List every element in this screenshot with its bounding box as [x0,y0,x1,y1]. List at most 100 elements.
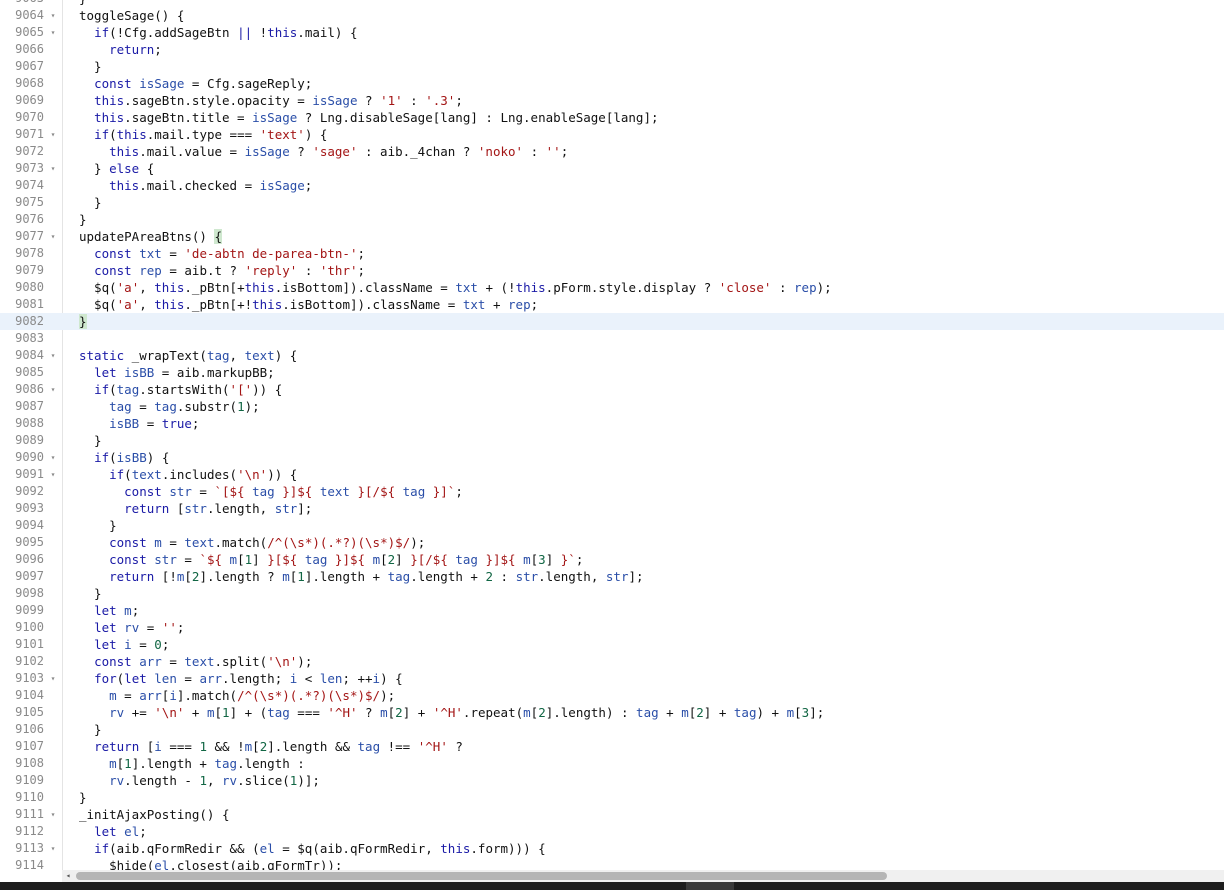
code-line[interactable]: 9074 this.mail.checked = isSage; [0,177,1224,194]
code-editor[interactable]: 9063}9064▾toggleSage() {9065▾ if(!Cfg.ad… [0,0,1224,870]
code-line[interactable]: 9105 rv += '\n' + m[1] + (tag === '^H' ?… [0,704,1224,721]
code-text[interactable]: if(!Cfg.addSageBtn || !this.mail) { [79,24,357,41]
code-text[interactable]: let m; [79,602,139,619]
fold-arrow-icon[interactable]: ▾ [48,347,58,364]
code-line[interactable]: 9089 } [0,432,1224,449]
code-text[interactable]: } [79,58,102,75]
code-line[interactable]: 9064 ▾ toggleSage() { [0,7,1224,24]
code-text[interactable]: return [!m[2].length ? m[1].length + tag… [79,568,643,585]
code-text[interactable]: static _wrapText(tag, text) { [79,347,297,364]
code-line[interactable]: 9075 } [0,194,1224,211]
code-line[interactable]: 9081 $q('a', this._pBtn[+!this.isBottom]… [0,296,1224,313]
code-text[interactable]: } [79,194,102,211]
code-line[interactable]: 9095 const m = text.match(/^(\s*)(.*?)(\… [0,534,1224,551]
fold-arrow-icon[interactable]: ▾ [48,670,58,687]
code-line[interactable]: 9093 return [str.length, str]; [0,500,1224,517]
code-text[interactable]: return; [79,41,162,58]
code-text[interactable]: m[1].length + tag.length : [79,755,305,772]
code-text[interactable]: $hide(el.closest(aib.qFormTr)); [79,857,342,870]
code-text[interactable]: $q('a', this._pBtn[+!this.isBottom]).cla… [79,296,538,313]
code-line[interactable]: 9072 this.mail.value = isSage ? 'sage' :… [0,143,1224,160]
code-text[interactable]: const rep = aib.t ? 'reply' : 'thr'; [79,262,365,279]
code-text[interactable]: const str = `${ m[1] }[${ tag }]${ m[2] … [79,551,583,568]
code-text[interactable]: } [79,721,102,738]
code-text[interactable]: this.mail.checked = isSage; [79,177,312,194]
fold-arrow-icon[interactable]: ▾ [48,466,58,483]
scroll-left-arrow-icon[interactable]: ◂ [62,870,74,882]
code-line[interactable]: 9092 const str = `[${ tag }]${ text }[/$… [0,483,1224,500]
code-line[interactable]: 9113 ▾ if(aib.qFormRedir && (el = $q(aib.… [0,840,1224,857]
code-text[interactable]: } [79,313,87,330]
code-text[interactable]: } [79,789,87,806]
code-line[interactable]: 9091 ▾ if(text.includes('\n')) { [0,466,1224,483]
code-text[interactable]: if(text.includes('\n')) { [79,466,297,483]
code-text[interactable]: const arr = text.split('\n'); [79,653,312,670]
code-line[interactable]: 9114 $hide(el.closest(aib.qFormTr)); [0,857,1224,870]
code-line[interactable]: 9111 ▾ _initAjaxPosting() { [0,806,1224,823]
fold-arrow-icon[interactable]: ▾ [48,24,58,41]
code-text[interactable]: } [79,517,117,534]
code-line[interactable]: 9100 let rv = ''; [0,619,1224,636]
scrollbar-thumb[interactable] [76,872,887,880]
code-line[interactable]: 9077 ▾ updatePAreaBtns() { [0,228,1224,245]
code-line[interactable]: 9073 ▾ } else { [0,160,1224,177]
code-line[interactable]: 9063} [0,0,1224,7]
code-text[interactable]: toggleSage() { [79,7,184,24]
code-line[interactable]: 9109 rv.length - 1, rv.slice(1)]; [0,772,1224,789]
code-text[interactable]: rv.length - 1, rv.slice(1)]; [79,772,320,789]
code-text[interactable]: let isBB = aib.markupBB; [79,364,275,381]
code-line[interactable]: 9106 } [0,721,1224,738]
code-line[interactable]: 9097 return [!m[2].length ? m[1].length … [0,568,1224,585]
code-lines[interactable]: 9063}9064▾toggleSage() {9065▾ if(!Cfg.ad… [0,0,1224,870]
code-line[interactable]: 9103 ▾ for(let len = arr.length; i < len;… [0,670,1224,687]
code-text[interactable]: isBB = true; [79,415,199,432]
code-line[interactable]: 9088 isBB = true; [0,415,1224,432]
code-line[interactable]: 9101 let i = 0; [0,636,1224,653]
code-line[interactable]: 9107 return [i === 1 && !m[2].length && … [0,738,1224,755]
code-text[interactable]: } [79,211,87,228]
code-line[interactable]: 9104 m = arr[i].match(/^(\s*)(.*?)(\s*)$… [0,687,1224,704]
code-line[interactable]: 9112 let el; [0,823,1224,840]
code-line[interactable]: 9071 ▾ if(this.mail.type === 'text') { [0,126,1224,143]
fold-arrow-icon[interactable]: ▾ [48,806,58,823]
fold-arrow-icon[interactable]: ▾ [48,449,58,466]
status-bar-tab[interactable] [686,882,734,890]
code-line[interactable]: 9082} [0,313,1224,330]
code-line[interactable]: 9068 const isSage = Cfg.sageReply; [0,75,1224,92]
code-text[interactable]: this.sageBtn.title = isSage ? Lng.disabl… [79,109,658,126]
code-text[interactable]: updatePAreaBtns() { [79,228,222,245]
code-text[interactable]: const txt = 'de-abtn de-parea-btn-'; [79,245,365,262]
code-text[interactable]: this.mail.value = isSage ? 'sage' : aib.… [79,143,568,160]
code-text[interactable]: $q('a', this._pBtn[+this.isBottom]).clas… [79,279,832,296]
code-line[interactable]: 9090 ▾ if(isBB) { [0,449,1224,466]
code-line[interactable]: 9096 const str = `${ m[1] }[${ tag }]${ … [0,551,1224,568]
code-text[interactable]: _initAjaxPosting() { [79,806,230,823]
code-line[interactable]: 9066 return; [0,41,1224,58]
horizontal-scrollbar[interactable]: ◂ [62,870,1224,882]
code-line[interactable]: 9086 ▾ if(tag.startsWith('[')) { [0,381,1224,398]
code-text[interactable]: rv += '\n' + m[1] + (tag === '^H' ? m[2]… [79,704,824,721]
code-text[interactable]: return [str.length, str]; [79,500,312,517]
code-line[interactable]: 9098 } [0,585,1224,602]
code-text[interactable]: if(aib.qFormRedir && (el = $q(aib.qFormR… [79,840,546,857]
code-text[interactable]: m = arr[i].match(/^(\s*)(.*?)(\s*)$/); [79,687,395,704]
code-text[interactable]: this.sageBtn.style.opacity = isSage ? '1… [79,92,463,109]
code-text[interactable]: let el; [79,823,147,840]
code-line[interactable]: 9069 this.sageBtn.style.opacity = isSage… [0,92,1224,109]
code-text[interactable]: const str = `[${ tag }]${ text }[/${ tag… [79,483,463,500]
fold-arrow-icon[interactable]: ▾ [48,228,58,245]
code-text[interactable]: tag = tag.substr(1); [79,398,260,415]
code-line[interactable]: 9102 const arr = text.split('\n'); [0,653,1224,670]
code-line[interactable]: 9087 tag = tag.substr(1); [0,398,1224,415]
code-text[interactable]: if(isBB) { [79,449,169,466]
code-line[interactable]: 9080 $q('a', this._pBtn[+this.isBottom])… [0,279,1224,296]
code-line[interactable]: 9070 this.sageBtn.title = isSage ? Lng.d… [0,109,1224,126]
code-text[interactable]: } [79,432,102,449]
code-line[interactable]: 9099 let m; [0,602,1224,619]
code-line[interactable]: 9085 let isBB = aib.markupBB; [0,364,1224,381]
code-line[interactable]: 9079 const rep = aib.t ? 'reply' : 'thr'… [0,262,1224,279]
fold-arrow-icon[interactable]: ▾ [48,381,58,398]
code-text[interactable]: const isSage = Cfg.sageReply; [79,75,312,92]
code-line[interactable]: 9094 } [0,517,1224,534]
code-text[interactable]: return [i === 1 && !m[2].length && tag !… [79,738,463,755]
